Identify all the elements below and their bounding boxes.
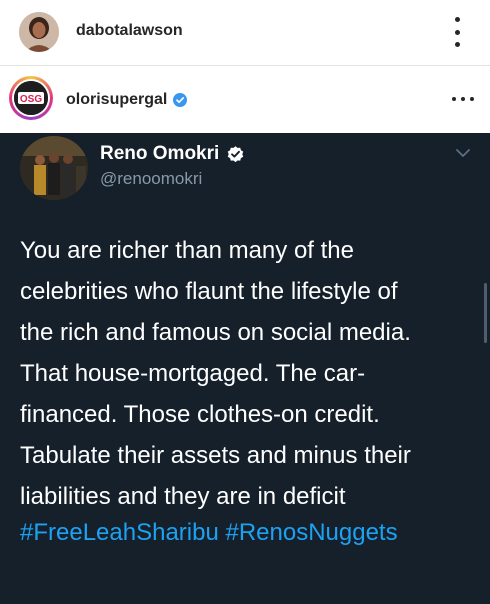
svg-text:OSG: OSG [20,94,42,105]
scrollbar[interactable] [484,283,487,343]
chevron-down-icon[interactable] [455,148,471,158]
tweet-avatar[interactable] [20,136,88,200]
post-header: OSG olorisupergal [0,66,490,133]
verified-badge-icon [173,93,188,107]
osg-logo: OSG [14,81,48,115]
header-username[interactable]: dabotalawson [76,22,183,40]
verified-badge-icon [228,145,244,162]
post-username-label[interactable]: olorisupergal [66,91,167,109]
more-horizontal-icon[interactable] [452,97,474,103]
post-avatar[interactable]: OSG [9,76,53,120]
tweet-text: You are richer than many of the celebrit… [20,237,411,510]
tweet-author-name-label[interactable]: Reno Omokri [100,143,219,165]
top-header: dabotalawson [0,0,490,66]
more-vertical-icon[interactable] [447,17,467,47]
tweet-card: Reno Omokri @renoomokri You are richer t… [0,133,490,604]
tweet-author-handle[interactable]: @renoomokri [100,169,202,189]
post-username[interactable]: olorisupergal [66,91,188,109]
tweet-hashtags[interactable]: #FreeLeahSharibu #RenosNuggets [20,519,398,547]
user-avatar[interactable] [19,12,59,52]
tweet-author-name[interactable]: Reno Omokri [100,143,245,165]
